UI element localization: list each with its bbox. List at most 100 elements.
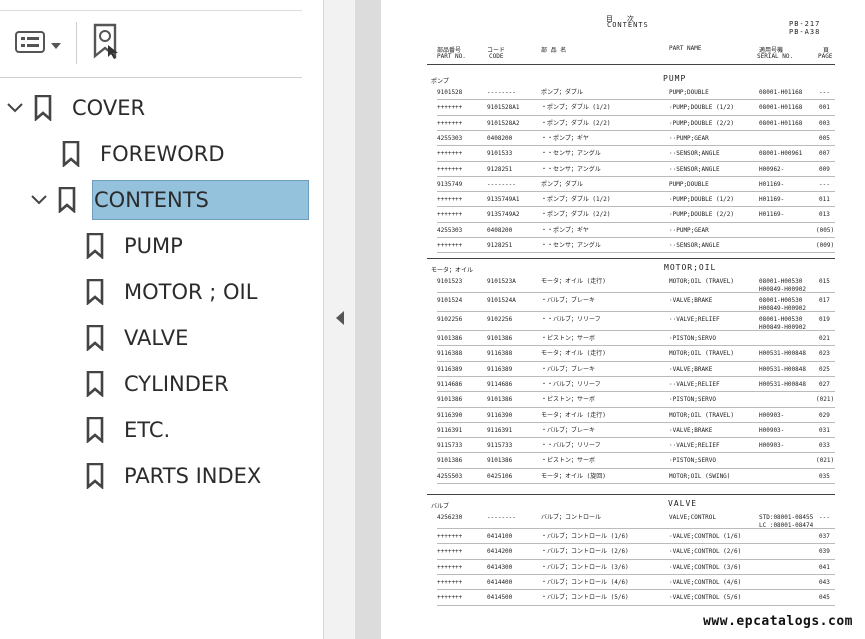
bookmark-label: PUMP: [124, 234, 183, 258]
page-no-cell[interactable]: (005): [816, 227, 834, 235]
page-no-cell[interactable]: 007: [819, 150, 830, 158]
part-no-cell: 9102256: [437, 316, 463, 323]
part-no-cell: +++++++: [437, 165, 463, 173]
row-divider: [437, 129, 835, 131]
options-button[interactable]: [12, 30, 64, 58]
bookmark-foreword[interactable]: FOREWORD: [62, 134, 229, 174]
bookmarks-panel: COVER FOREWORD CONTENTS PUMP MOTOR ; OIL…: [0, 0, 323, 639]
section-title: MOTOR;OIL: [664, 263, 717, 272]
page-no-cell[interactable]: 017: [819, 297, 830, 305]
page-no-cell[interactable]: 003: [819, 120, 830, 128]
row-divider: [437, 483, 835, 484]
part-no-cell: 4256230: [437, 514, 463, 521]
page-no-cell[interactable]: 025: [819, 366, 830, 374]
page-no-cell[interactable]: (021): [816, 396, 834, 404]
part-name-cell: ·PUMP;DOUBLE (1/2): [669, 196, 735, 204]
name-jp-cell: ・・バルブ；リリーフ: [541, 442, 601, 450]
page-no-cell[interactable]: 013: [819, 211, 830, 219]
page-no-cell[interactable]: 005: [819, 135, 830, 143]
page-no-cell[interactable]: ---: [819, 89, 830, 97]
bookmark-label: VALVE: [124, 326, 189, 350]
page-no-cell[interactable]: 023: [819, 350, 830, 358]
name-jp-cell: モータ；オイル (走行): [541, 411, 606, 419]
chevron-down-icon[interactable]: [6, 99, 24, 117]
section-label-jp: バルブ: [431, 503, 450, 510]
code-cell: 9128251: [487, 242, 513, 249]
page-no-cell[interactable]: 019: [819, 316, 830, 324]
header-rule: [427, 64, 835, 65]
bookmark-motor-oil[interactable]: MOTOR ; OIL: [86, 272, 261, 312]
find-bookmark-button[interactable]: [88, 23, 126, 62]
page-no-cell[interactable]: (021): [816, 457, 834, 465]
name-jp-cell: ・バルブ；コントロール (4/6): [541, 578, 629, 586]
divider: [0, 10, 302, 11]
page-no-cell[interactable]: 011: [819, 196, 830, 204]
page-no-cell[interactable]: 045: [819, 594, 830, 602]
bookmark-label: CONTENTS: [92, 180, 309, 220]
part-name-cell: ·VALVE;CONTROL (5/6): [669, 594, 742, 602]
row-divider: [437, 604, 835, 606]
row-divider: [437, 452, 835, 454]
page-no-cell[interactable]: 015: [819, 278, 830, 286]
col-part-name: PART NAME: [669, 45, 702, 52]
name-jp-cell: ・ピストン；サーボ: [541, 335, 596, 342]
code-cell: 9128251: [487, 165, 513, 173]
code-cell: 9101523A: [487, 278, 516, 285]
part-name-cell: MOTOR;OIL (TRAVEL): [669, 411, 735, 419]
part-name-cell: ·PUMP;DOUBLE (2/2): [669, 119, 735, 127]
name-jp-cell: ・バルブ；コントロール (3/6): [541, 563, 629, 571]
page-no-cell[interactable]: 039: [819, 548, 830, 556]
page-no-cell[interactable]: 041: [819, 564, 830, 572]
part-name-cell: MOTOR;OIL (TRAVEL): [669, 350, 735, 358]
triangle-left-icon: [335, 310, 345, 330]
page-no-cell[interactable]: ---: [819, 514, 830, 522]
code-cell: 9116388: [487, 350, 513, 358]
bookmark-valve[interactable]: VALVE: [86, 318, 192, 358]
name-jp-cell: ・バルブ；コントロール (2/6): [541, 548, 629, 556]
page-no-cell[interactable]: 043: [819, 579, 830, 587]
bookmark-contents[interactable]: CONTENTS: [30, 180, 309, 220]
chevron-down-icon[interactable]: [30, 191, 48, 209]
page-no-cell[interactable]: 027: [819, 381, 830, 389]
page-no-cell[interactable]: 001: [819, 104, 830, 112]
page-no-cell[interactable]: 029: [819, 412, 830, 420]
name-jp-cell: バルブ；コントロール: [541, 514, 602, 521]
code-cell: 9114686: [487, 380, 513, 388]
code-cell: 9101533: [487, 150, 513, 158]
bookmark-pump[interactable]: PUMP: [86, 226, 187, 266]
part-name-cell: ··SENSOR;ANGLE: [669, 242, 720, 249]
part-no-cell: 4255503: [437, 472, 463, 480]
part-no-cell: +++++++: [437, 150, 463, 158]
part-no-cell: 9116390: [437, 411, 463, 419]
part-name-cell: ·VALVE;CONTROL (1/6): [669, 533, 742, 540]
page-no-cell[interactable]: 009: [819, 166, 830, 174]
page-no-cell[interactable]: 021: [819, 335, 830, 343]
part-name-cell: PUMP;DOUBLE: [669, 180, 709, 188]
part-no-cell: 9116391: [437, 426, 463, 434]
bookmark-cover[interactable]: COVER: [6, 88, 149, 128]
bookmark-icon: [86, 279, 104, 305]
part-name-cell: ·VALVE;BRAKE: [669, 297, 713, 304]
part-name-cell: ·PISTON;SERVO: [669, 457, 716, 465]
part-no-cell: 9114686: [437, 380, 463, 388]
doc-code-1: PB-217: [789, 20, 821, 28]
page-no-cell[interactable]: 035: [819, 473, 830, 481]
row-divider: [437, 345, 835, 347]
page-no-cell[interactable]: ---: [819, 181, 830, 189]
bookmark-label: COVER: [72, 96, 146, 120]
part-no-cell: +++++++: [437, 211, 463, 219]
bookmark-etc[interactable]: ETC.: [86, 410, 174, 450]
code-cell: 0408200: [487, 134, 513, 142]
row-divider: [437, 252, 835, 254]
page-no-cell[interactable]: 037: [819, 533, 830, 541]
page-no-cell[interactable]: 031: [819, 427, 830, 435]
bookmark-cylinder[interactable]: CYLINDER: [86, 364, 233, 404]
row-divider: [437, 221, 835, 223]
bookmark-parts-index[interactable]: PARTS INDEX: [86, 456, 265, 496]
page-no-cell[interactable]: (009): [816, 242, 834, 250]
part-name-cell: ··VALVE;RELIEF: [669, 316, 720, 323]
section-rule: [427, 258, 835, 259]
row-divider: [437, 467, 835, 469]
collapse-panel-button[interactable]: [323, 0, 356, 639]
page-no-cell[interactable]: 033: [819, 442, 830, 450]
